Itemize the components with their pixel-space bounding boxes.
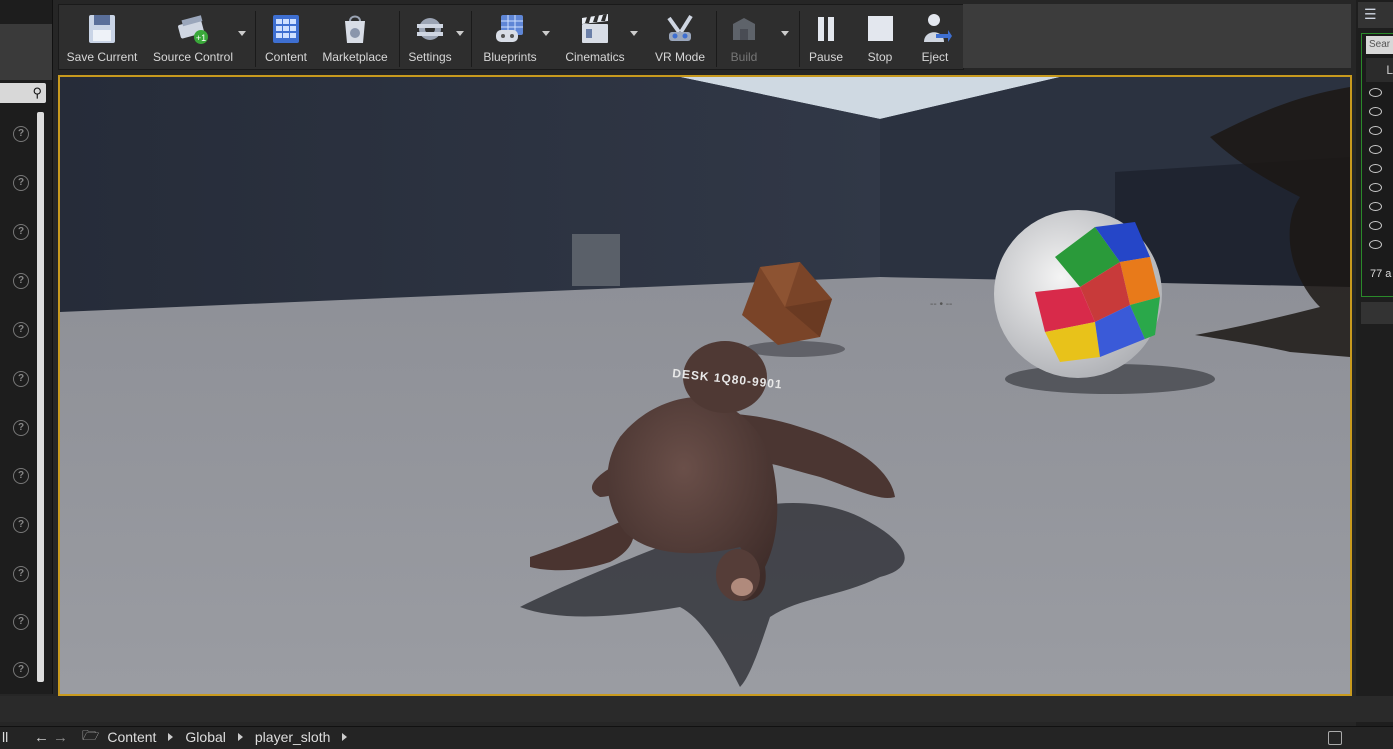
stop-icon <box>863 12 897 46</box>
settings-button[interactable]: Settings <box>403 9 457 69</box>
help-icon[interactable]: ? <box>13 468 29 484</box>
breadcrumb-chevron-icon[interactable] <box>237 733 243 741</box>
back-arrow-icon[interactable]: ← <box>34 729 49 746</box>
breadcrumb-chevron-icon[interactable] <box>342 733 348 741</box>
details-property-list: ? ? ? ? ? ? ? ? ? ? ? ? <box>0 0 52 694</box>
blueprints-icon <box>493 12 527 46</box>
visibility-eye-icon[interactable] <box>1369 145 1382 154</box>
details-tab-right[interactable] <box>1361 302 1393 324</box>
eject-button[interactable]: Eject <box>911 9 959 69</box>
toolbar-separator <box>399 11 400 67</box>
content-icon <box>269 12 303 46</box>
vr-mode-button[interactable]: VR Mode <box>647 9 713 69</box>
visibility-eye-icon[interactable] <box>1369 221 1382 230</box>
cinematics-dropdown-icon[interactable] <box>630 31 638 36</box>
content-browser-tab-strip <box>0 696 1393 722</box>
visibility-eye-icon[interactable] <box>1369 126 1382 135</box>
help-icon[interactable]: ? <box>13 517 29 533</box>
debug-marks: -- • -- <box>930 299 952 310</box>
pause-icon <box>809 12 843 46</box>
visibility-eye-icon[interactable] <box>1369 107 1382 116</box>
build-dropdown-icon[interactable] <box>781 31 789 36</box>
breadcrumb-content[interactable]: Content <box>107 729 156 745</box>
help-icon[interactable]: ? <box>13 420 29 436</box>
details-scrollbar[interactable] <box>37 112 44 682</box>
outliner-search-input[interactable]: Sear <box>1366 36 1393 54</box>
settings-icon <box>413 12 447 46</box>
toolbar-empty-area <box>963 4 1351 68</box>
content-button[interactable]: Content <box>259 9 313 69</box>
cinematics-icon <box>578 12 612 46</box>
game-scene: DESK 1Q80-9901 -- • -- <box>60 77 1350 694</box>
help-icon[interactable]: ? <box>13 126 29 142</box>
visibility-eye-icon[interactable] <box>1369 202 1382 211</box>
visibility-eye-icon[interactable] <box>1369 164 1382 173</box>
outliner-column-header[interactable]: L <box>1366 58 1393 82</box>
blueprints-dropdown-icon[interactable] <box>542 31 550 36</box>
stop-button[interactable]: Stop <box>857 9 903 69</box>
marketplace-icon <box>338 12 372 46</box>
window-box <box>572 234 620 286</box>
level-viewport[interactable]: DESK 1Q80-9901 -- • -- <box>58 75 1352 696</box>
toolbar-separator <box>255 11 256 67</box>
help-icon[interactable]: ? <box>13 224 29 240</box>
visibility-eye-icon[interactable] <box>1369 88 1382 97</box>
help-icon[interactable]: ? <box>13 662 29 678</box>
toolbar-separator <box>716 11 717 67</box>
source-control-icon: +1 <box>176 12 210 46</box>
folder-icon: 🗁 <box>82 727 100 743</box>
forward-arrow-icon[interactable]: → <box>53 729 68 746</box>
lock-icon[interactable] <box>1328 731 1342 745</box>
svg-text:+1: +1 <box>196 33 206 43</box>
help-icon[interactable]: ? <box>13 273 29 289</box>
help-icon[interactable]: ? <box>13 566 29 582</box>
build-button[interactable]: Build <box>721 9 767 69</box>
marketplace-button[interactable]: Marketplace <box>319 9 391 69</box>
main-toolbar: Save Current +1 Source Control Content M… <box>58 4 964 70</box>
content-browser-left-label[interactable]: ll <box>2 729 22 745</box>
help-icon[interactable]: ? <box>13 614 29 630</box>
help-icon[interactable]: ? <box>13 371 29 387</box>
source-control-button[interactable]: +1 Source Control <box>147 9 239 69</box>
save-current-button[interactable]: Save Current <box>63 9 141 69</box>
outliner-tab-icon: ☰ <box>1364 6 1377 22</box>
outliner-tab[interactable]: ☰ <box>1358 2 1393 28</box>
eject-icon <box>918 12 952 46</box>
help-icon[interactable]: ? <box>13 322 29 338</box>
visibility-eye-icon[interactable] <box>1369 240 1382 249</box>
breadcrumb-chevron-icon[interactable] <box>168 733 174 741</box>
toolbar-separator <box>471 11 472 67</box>
save-icon <box>85 12 119 46</box>
breadcrumb-global[interactable]: Global <box>185 729 225 745</box>
breadcrumb-player-sloth[interactable]: player_sloth <box>255 729 331 745</box>
vr-mode-icon <box>663 12 697 46</box>
cinematics-button[interactable]: Cinematics <box>559 9 631 69</box>
breadcrumb: ll ← → 🗁 Content Global player_sloth <box>0 726 359 748</box>
pause-button[interactable]: Pause <box>803 9 849 69</box>
actor-count: 77 a <box>1370 268 1392 280</box>
help-icon[interactable]: ? <box>13 175 29 191</box>
build-icon <box>727 12 761 46</box>
toolbar-separator <box>799 11 800 67</box>
visibility-eye-icon[interactable] <box>1369 183 1382 192</box>
shadow <box>745 341 845 357</box>
settings-dropdown-icon[interactable] <box>456 31 464 36</box>
blueprints-button[interactable]: Blueprints <box>477 9 543 69</box>
source-control-dropdown-icon[interactable] <box>238 31 246 36</box>
